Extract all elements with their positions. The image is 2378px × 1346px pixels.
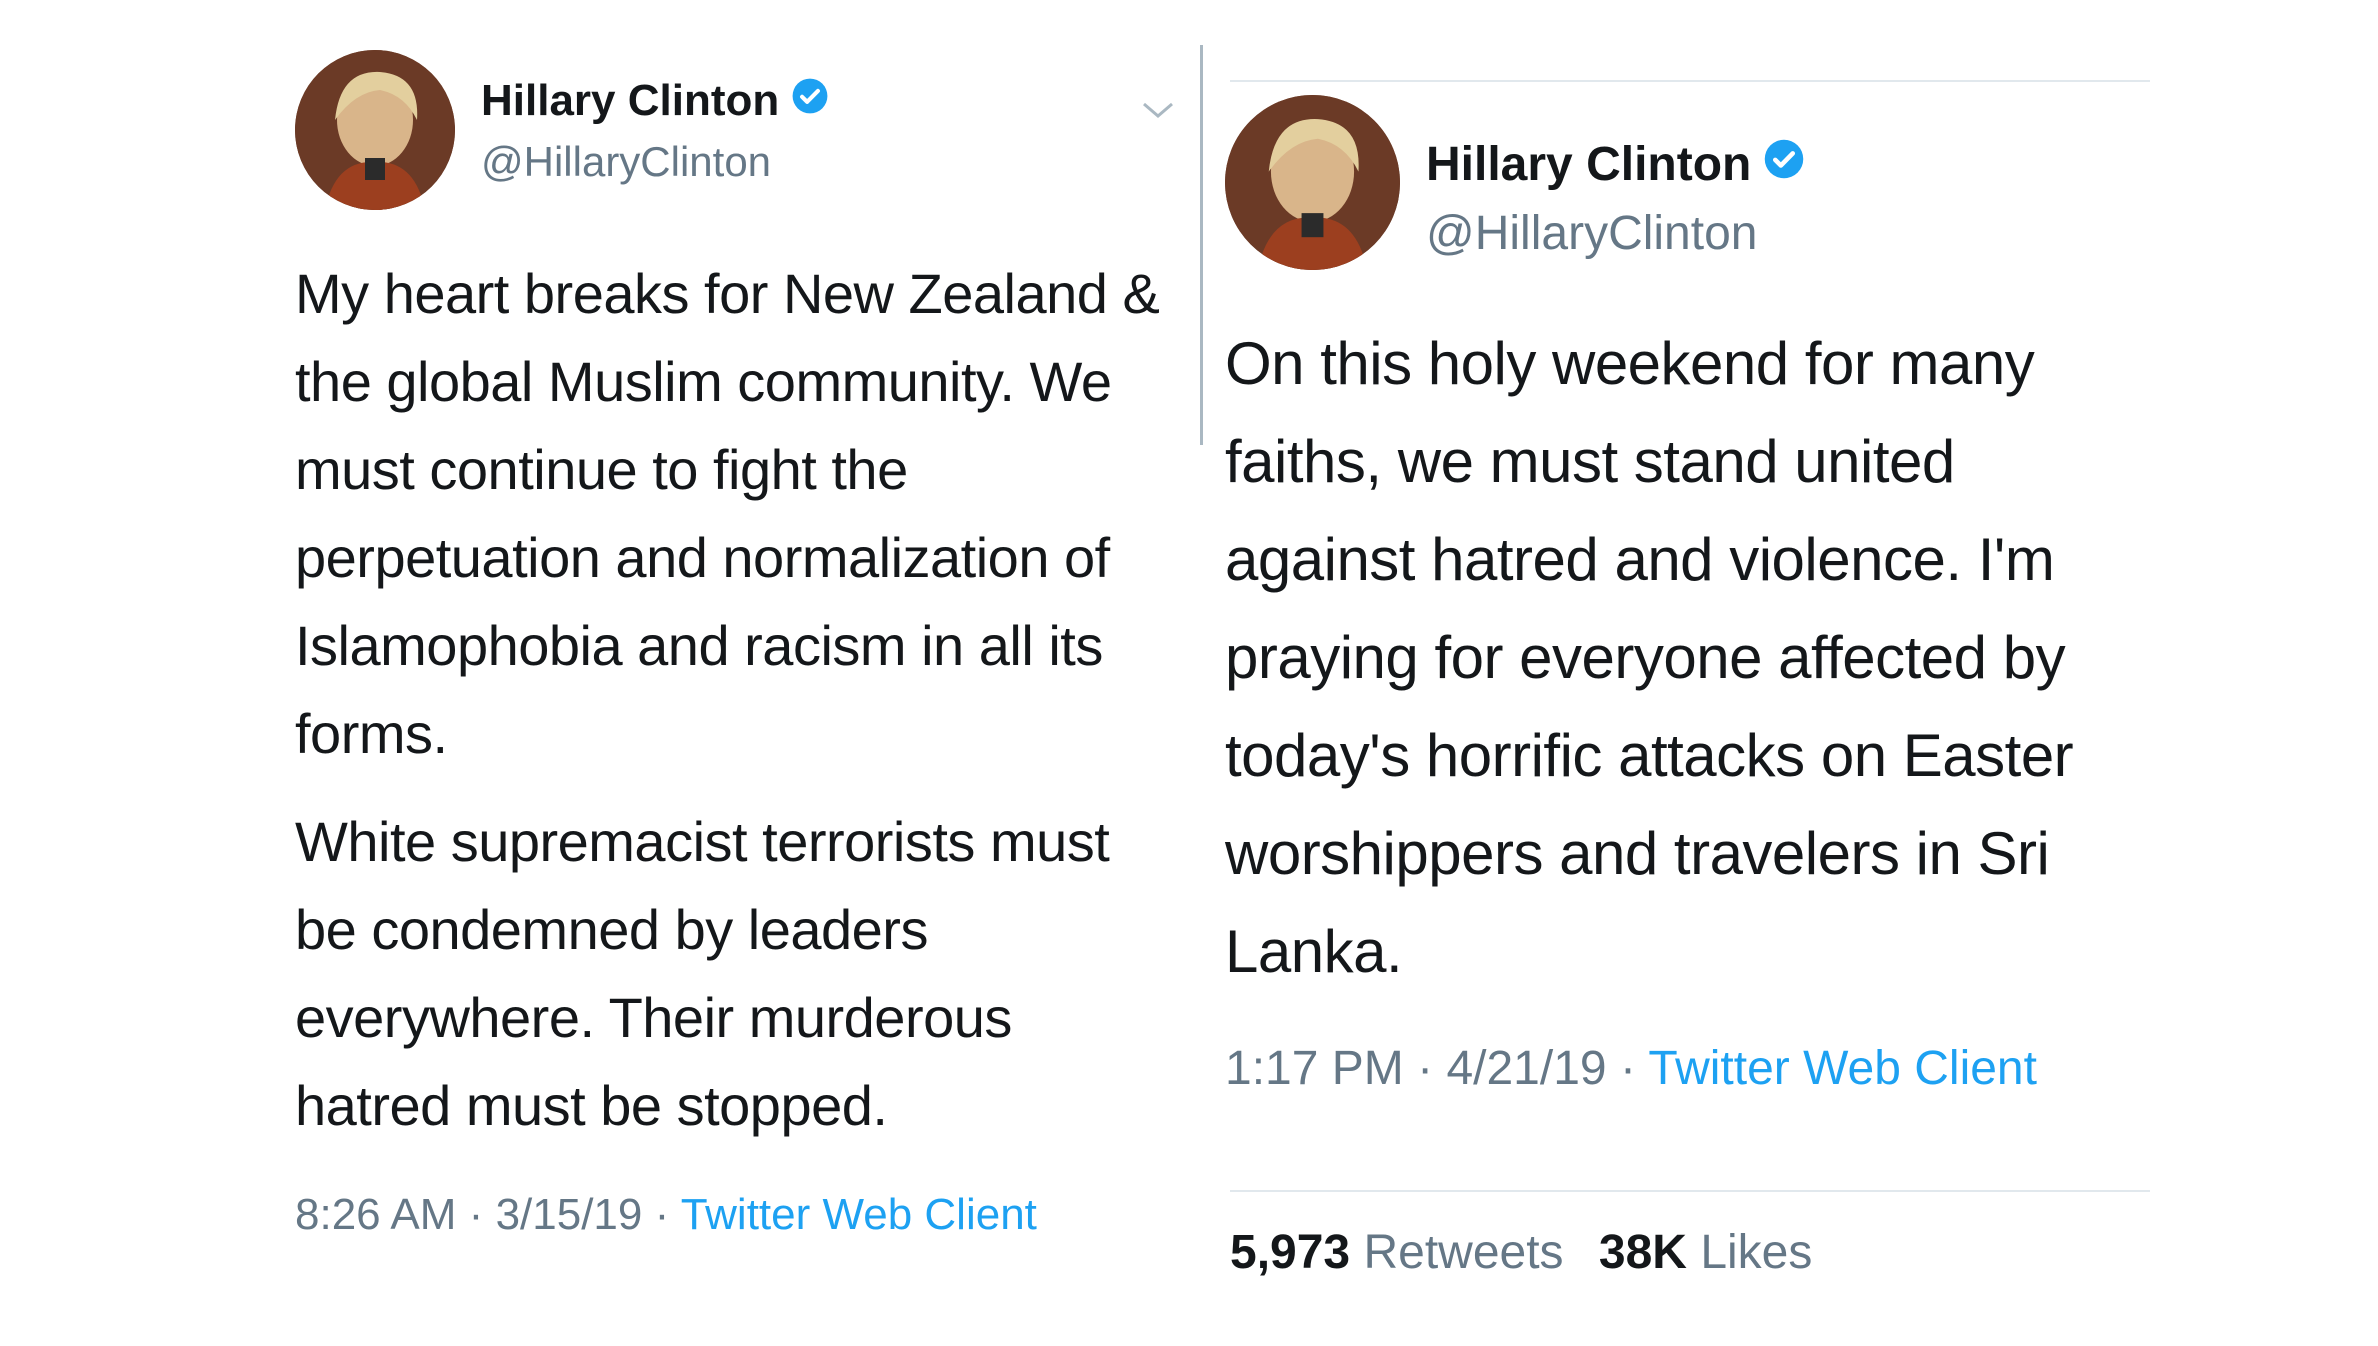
tweet-card: Hillary Clinton @HillaryClinton My heart… — [295, 50, 1175, 1240]
tweet-paragraph: On this holy weekend for many faiths, we… — [1225, 330, 2074, 985]
top-rule — [1230, 80, 2150, 82]
tweet-paragraph: My heart breaks for New Zealand & the gl… — [295, 262, 1160, 765]
retweets-count: 5,973 — [1230, 1226, 1351, 1279]
tweet-text: My heart breaks for New Zealand & the gl… — [295, 250, 1175, 1150]
tweet-meta: 8:26 AM · 3/15/19 · Twitter Web Client — [295, 1190, 1175, 1240]
display-name[interactable]: Hillary Clinton — [481, 76, 779, 126]
meta-separator: · — [654, 1190, 670, 1239]
image-divider — [1200, 45, 1203, 445]
user-handle[interactable]: @HillaryClinton — [1426, 206, 1805, 261]
meta-separator: · — [1417, 1042, 1434, 1095]
avatar[interactable] — [1225, 95, 1400, 270]
stats-rule — [1230, 1190, 2150, 1192]
tweet-text: On this holy weekend for many faiths, we… — [1225, 315, 2145, 1001]
avatar[interactable] — [295, 50, 455, 210]
verified-badge-icon — [1763, 137, 1805, 192]
verified-badge-icon — [791, 76, 829, 126]
tweet-time[interactable]: 8:26 AM — [295, 1190, 456, 1239]
likes-stat[interactable]: 38K Likes — [1599, 1226, 1812, 1279]
tweet-date[interactable]: 4/21/19 — [1446, 1042, 1606, 1095]
display-name[interactable]: Hillary Clinton — [1426, 137, 1751, 192]
tweet-client-link[interactable]: Twitter Web Client — [681, 1190, 1037, 1239]
tweet-card: Hillary Clinton @HillaryClinton On this … — [1225, 95, 2145, 1096]
tweet-time[interactable]: 1:17 PM — [1225, 1042, 1404, 1095]
tweet-client-link[interactable]: Twitter Web Client — [1648, 1042, 2037, 1095]
tweet-paragraph: White supremacist terrorists must be con… — [295, 810, 1110, 1137]
tweet-date[interactable]: 3/15/19 — [496, 1190, 643, 1239]
chevron-down-icon[interactable] — [1141, 90, 1175, 129]
likes-label: Likes — [1700, 1226, 1813, 1279]
tweet-header: Hillary Clinton @HillaryClinton — [295, 50, 1175, 210]
tweet-stats: 5,973 Retweets 38K Likes — [1230, 1225, 1812, 1280]
retweets-stat[interactable]: 5,973 Retweets — [1230, 1226, 1564, 1279]
meta-separator: · — [468, 1190, 484, 1239]
likes-count: 38K — [1598, 1226, 1687, 1279]
retweets-label: Retweets — [1363, 1226, 1564, 1279]
tweet-header: Hillary Clinton @HillaryClinton — [1225, 95, 2145, 270]
user-handle[interactable]: @HillaryClinton — [481, 138, 829, 186]
tweet-meta: 1:17 PM · 4/21/19 · Twitter Web Client — [1225, 1041, 2145, 1096]
meta-separator: · — [1619, 1042, 1636, 1095]
